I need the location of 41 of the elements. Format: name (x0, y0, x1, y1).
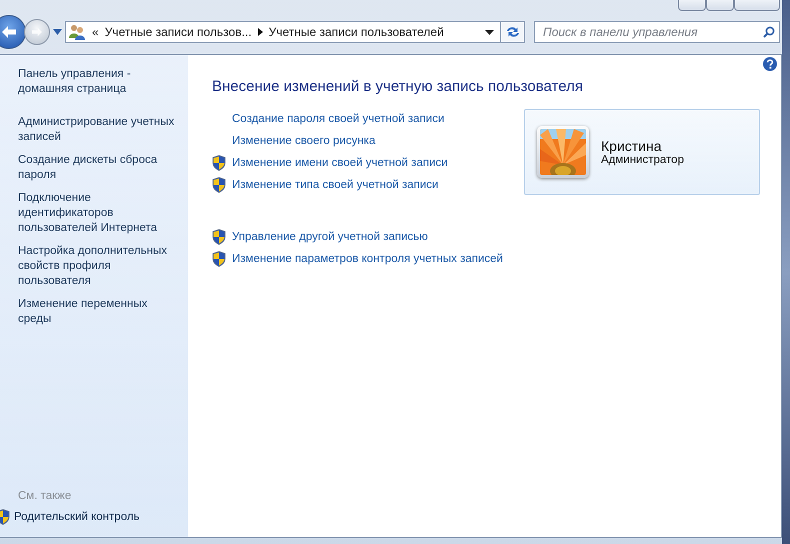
sidebar-link[interactable]: Создание дискеты сброса пароля (18, 153, 176, 183)
task-link[interactable]: Создание пароля своей учетной записи (232, 113, 444, 125)
search-icon[interactable] (763, 26, 775, 38)
breadcrumb[interactable]: Учетные записи пользователей (268, 25, 444, 39)
arrow-icon (31, 27, 43, 37)
dropdown-arrow-icon[interactable] (53, 29, 62, 35)
breadcrumb[interactable]: Учетные записи пользов... (104, 25, 252, 39)
users-icon (69, 24, 86, 40)
maximize-button[interactable] (706, 0, 734, 11)
shield-icon (0, 509, 10, 525)
user-role: Администратор (601, 154, 684, 166)
sidebar-link[interactable]: Родительский контроль (14, 510, 140, 524)
task-link[interactable]: Изменение типа своей учетной записи (232, 179, 438, 191)
task-link[interactable]: Управление другой учетной записью (232, 231, 428, 243)
sidebar-link[interactable]: Настройка дополнительных свойств профиля пользователя (18, 244, 176, 289)
sidebar-link[interactable]: Администрирование учетных записей (18, 115, 176, 145)
arrow-icon (1, 25, 17, 39)
refresh-button[interactable] (501, 21, 525, 43)
address-bar[interactable]: « Учетные записи пользов... Учетные записи пользователей (65, 21, 501, 43)
refresh-icon (504, 25, 520, 39)
shield-icon (212, 251, 226, 267)
help-icon[interactable] (763, 57, 777, 71)
caret-icon (484, 30, 494, 34)
sidebar-link[interactable]: Панель управления - домашняя страница (18, 67, 176, 97)
sidebar-link[interactable]: Подключение идентификаторов пользователей Интернета (18, 191, 176, 236)
task-link[interactable]: Изменение параметров контроля учетных записей (232, 253, 503, 265)
shield-icon (212, 177, 226, 193)
see-also-heading: См. также (18, 490, 72, 502)
page-title: Внесение изменений в учетную запись пользователя (212, 77, 583, 97)
user-name: Кристина (601, 138, 663, 154)
task-link[interactable]: Изменение имени своей учетной записи (232, 157, 448, 169)
shield-icon (212, 155, 226, 171)
close-button[interactable] (734, 0, 780, 11)
task-link[interactable]: Изменение своего рисунка (232, 135, 376, 147)
breadcrumb-arrow-icon[interactable] (258, 28, 263, 36)
back-button[interactable] (0, 15, 26, 49)
shield-icon (212, 229, 226, 245)
search-field[interactable]: Поиск в панели управления (534, 21, 780, 43)
minimize-button[interactable] (678, 0, 706, 11)
sidebar-link[interactable]: Изменение переменных среды (18, 297, 176, 327)
overflow-chevron[interactable]: « (92, 25, 99, 39)
